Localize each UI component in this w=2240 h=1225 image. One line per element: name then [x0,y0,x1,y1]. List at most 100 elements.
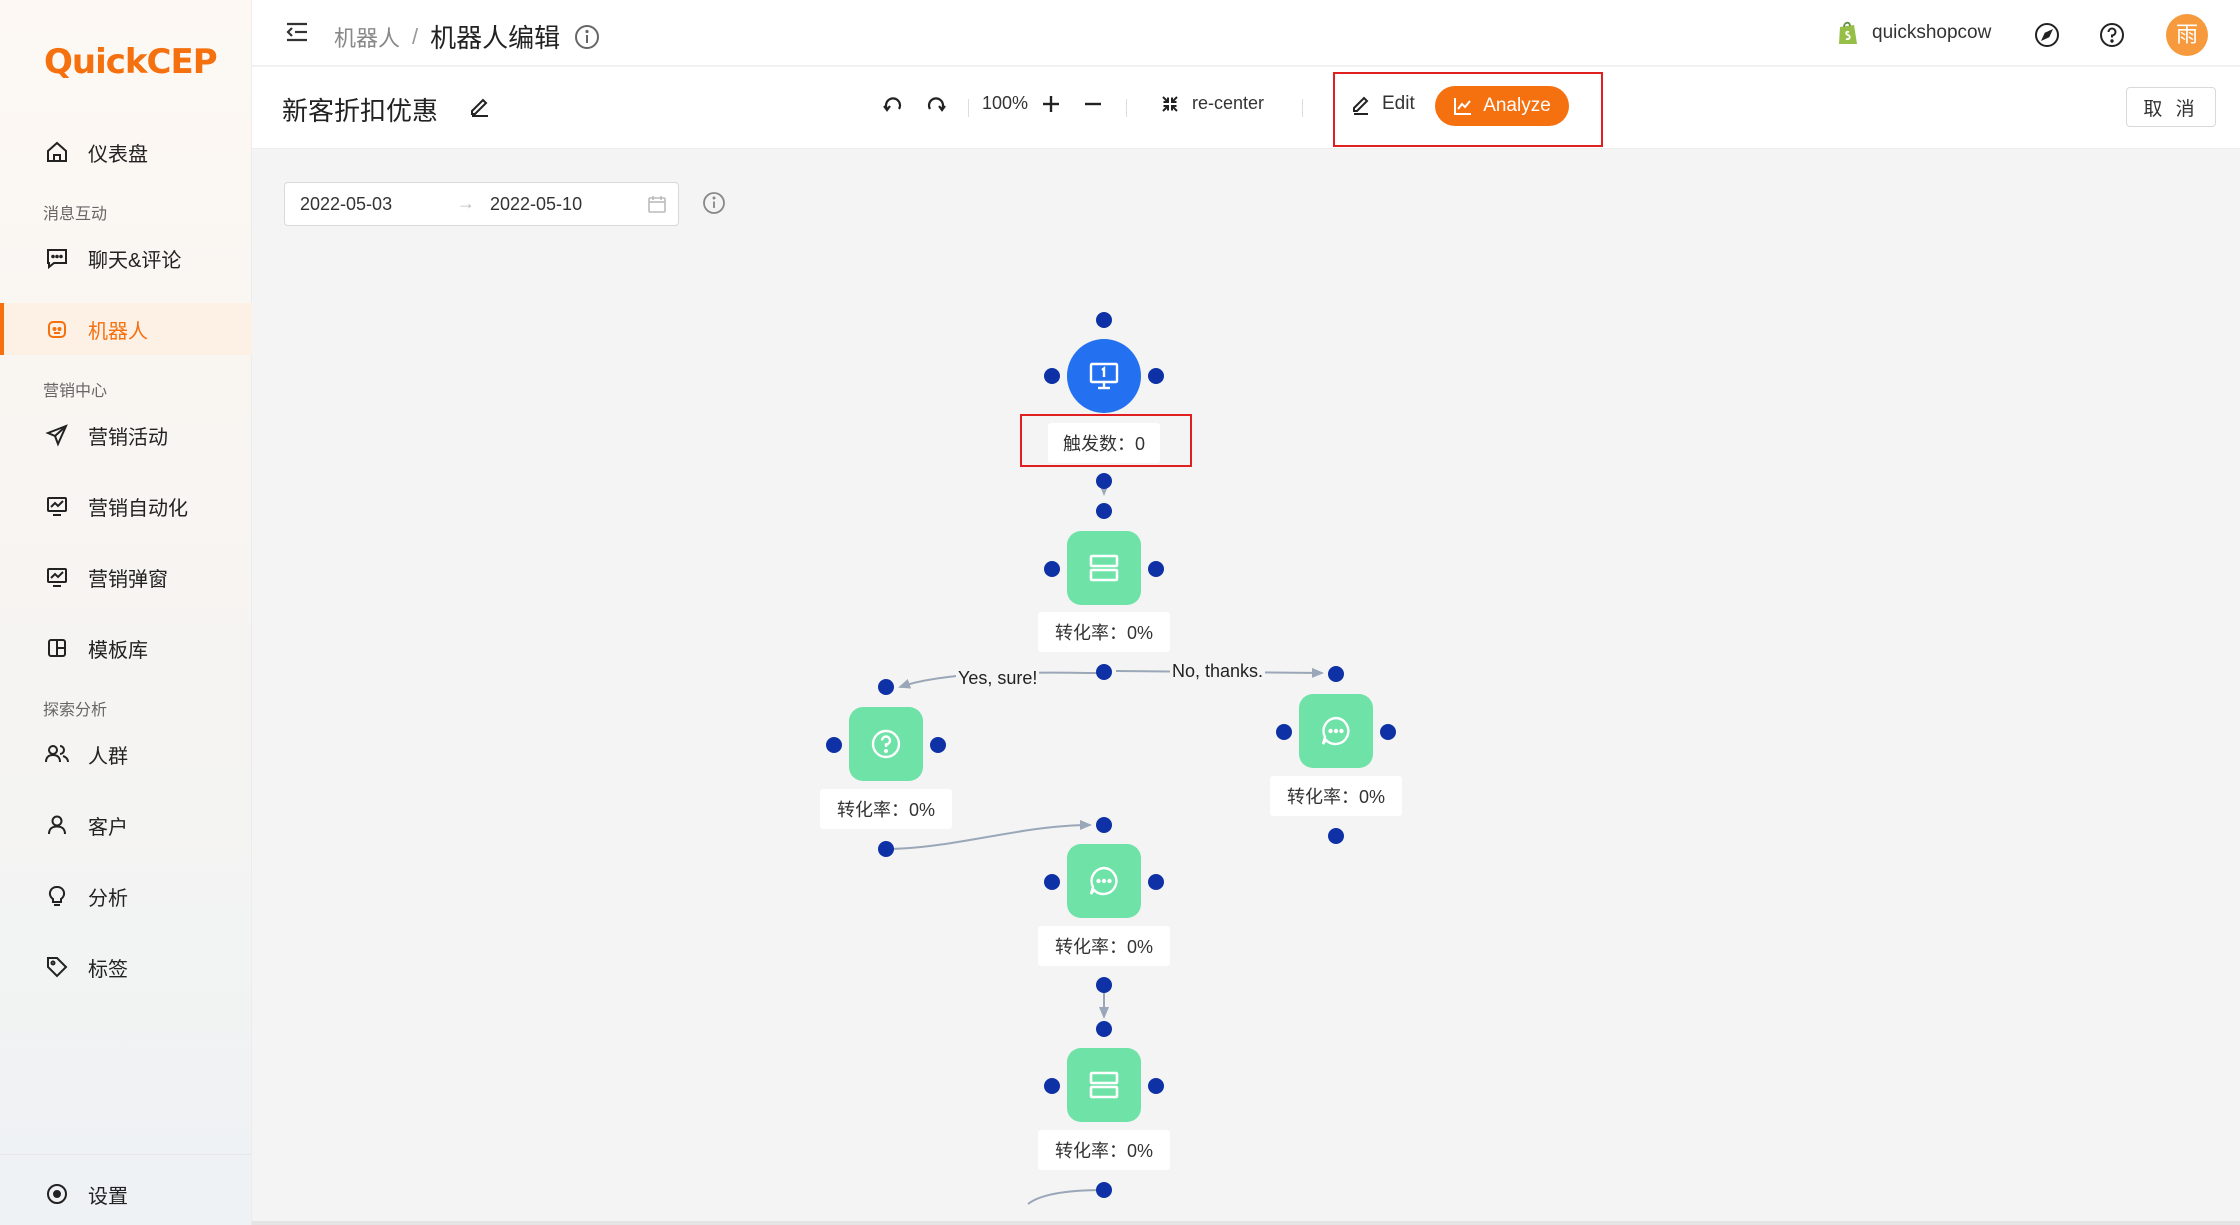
conversion-rate-label: 转化率：0% [1038,612,1170,652]
line-chart-icon [1453,96,1473,116]
robot-icon [44,316,70,342]
sidebar-item-chat[interactable]: 聊天&评论 32 [0,232,297,284]
sidebar-item-label: 分析 [88,887,128,910]
sidebar-item-popups[interactable]: 营销弹窗 [0,551,252,603]
connection-port[interactable] [1328,666,1344,682]
analyze-mode-label: Analyze [1483,95,1551,116]
conversion-rate-label: 转化率：0% [1038,1130,1170,1170]
menu-fold-icon[interactable] [284,20,310,49]
connection-port[interactable] [1096,312,1112,328]
conversion-rate-label: 转化率：0% [1038,926,1170,966]
cancel-button[interactable]: 取 消 [2126,87,2216,127]
analyze-mode-button[interactable]: Analyze [1435,86,1569,126]
undo-icon[interactable] [881,93,905,117]
connection-port[interactable] [1328,828,1344,844]
chat-bubble-icon [1320,715,1352,747]
sidebar-item-dashboard[interactable]: 仪表盘 [0,126,252,178]
question-node[interactable] [849,707,923,781]
edit-mode-button[interactable]: Edit [1350,93,1415,115]
connection-port[interactable] [1380,724,1396,740]
redo-icon[interactable] [924,93,948,117]
users-icon [44,741,70,767]
recenter-label: re-center [1192,93,1265,113]
sidebar-item-audiences[interactable]: 人群 [0,728,252,780]
connection-port[interactable] [1044,874,1060,890]
edge-label-yes[interactable]: Yes, sure! [956,668,1040,689]
horizontal-scrollbar[interactable] [252,1221,2240,1225]
connection-port[interactable] [1096,503,1112,519]
connection-port[interactable] [1044,561,1060,577]
store-name: quickshopcow [1872,22,1992,43]
send-icon [44,422,70,448]
connection-port[interactable] [1096,977,1112,993]
monitor-chart-icon [44,493,70,519]
connection-port[interactable] [1096,817,1112,833]
sidebar: QuickCEP 仪表盘 消息互动 聊天&评论 32 机器人 营销中心 营销活动 [0,0,297,1225]
monitor-icon [1088,361,1120,391]
connection-port[interactable] [1148,368,1164,384]
sidebar-item-label: 标签 [88,958,128,981]
connection-port[interactable] [878,841,894,857]
edit-title-icon[interactable] [468,94,492,123]
trigger-highlight-box [1020,414,1192,467]
connection-port[interactable] [1096,1021,1112,1037]
sidebar-item-campaigns[interactable]: 营销活动 [0,409,252,461]
zoom-out-icon[interactable] [1082,93,1104,115]
connection-port[interactable] [1044,368,1060,384]
zoom-in-icon[interactable] [1040,93,1062,115]
sidebar-group-label: 探索分析 [43,702,108,719]
split-node[interactable] [1067,1048,1141,1122]
connection-port[interactable] [878,679,894,695]
sidebar-item-customers[interactable]: 客户 [0,799,252,851]
flow-edges [885,481,1324,1205]
pencil-icon [1350,93,1372,115]
sidebar-item-label: 设置 [88,1185,128,1208]
sidebar-group-label: 营销中心 [43,383,108,400]
breadcrumb-separator: / [412,23,419,49]
chat-label: 聊天&评论 [88,249,182,272]
conversion-rate-label: 转化率：0% [1270,776,1402,816]
sidebar-group-label: 消息互动 [43,206,108,223]
split-node[interactable] [1067,531,1141,605]
message-node[interactable] [1067,844,1141,918]
sidebar-item-templates[interactable]: 模板库 [0,622,252,674]
conversion-rate-label: 转化率：0% [820,789,952,829]
flow-canvas[interactable]: 2022-05-03 → 2022-05-10 Yes, sure! No, t… [252,149,2240,1225]
sidebar-item-robot[interactable]: 机器人 [0,303,252,355]
store-switcher[interactable]: quickshopcow [1836,20,1991,46]
zoom-level: 100% [982,93,1029,113]
sidebar-item-tags[interactable]: 标签 [0,941,252,993]
home-icon [44,139,70,165]
connection-port[interactable] [1148,1078,1164,1094]
help-icon[interactable] [2099,22,2125,53]
settings-icon [44,1181,70,1207]
sidebar-item-analysis[interactable]: 分析 [0,870,252,922]
flow-title: 新客折扣优惠 [282,96,439,126]
message-node[interactable] [1299,694,1373,768]
connection-port[interactable] [1096,664,1112,680]
recenter-button[interactable]: re-center [1160,93,1264,114]
connection-port[interactable] [1044,1078,1060,1094]
connection-port[interactable] [1096,473,1112,489]
sidebar-item-label: 机器人 [88,320,148,343]
connection-port[interactable] [1148,874,1164,890]
sidebar-item-automation[interactable]: 营销自动化 [0,480,252,532]
quickcep-logo[interactable]: QuickCEP [44,42,218,82]
edge-label-no[interactable]: No, thanks. [1170,661,1266,682]
connection-port[interactable] [826,737,842,753]
info-icon[interactable] [574,24,600,50]
connection-port[interactable] [930,737,946,753]
connection-port[interactable] [1096,1182,1112,1198]
toolbar-divider [1302,99,1303,117]
connection-port[interactable] [1148,561,1164,577]
split-icon [1088,553,1120,583]
edge-split-bottom [1027,1189,1105,1205]
breadcrumb-robots-link[interactable]: 机器人 [334,21,400,53]
recenter-icon [1160,94,1180,114]
trigger-node[interactable] [1067,339,1141,413]
sidebar-item-settings[interactable]: 设置 [0,1168,252,1220]
bulb-icon [44,883,70,909]
compass-icon[interactable] [2034,22,2060,53]
connection-port[interactable] [1276,724,1292,740]
avatar[interactable]: 雨 [2166,14,2208,56]
